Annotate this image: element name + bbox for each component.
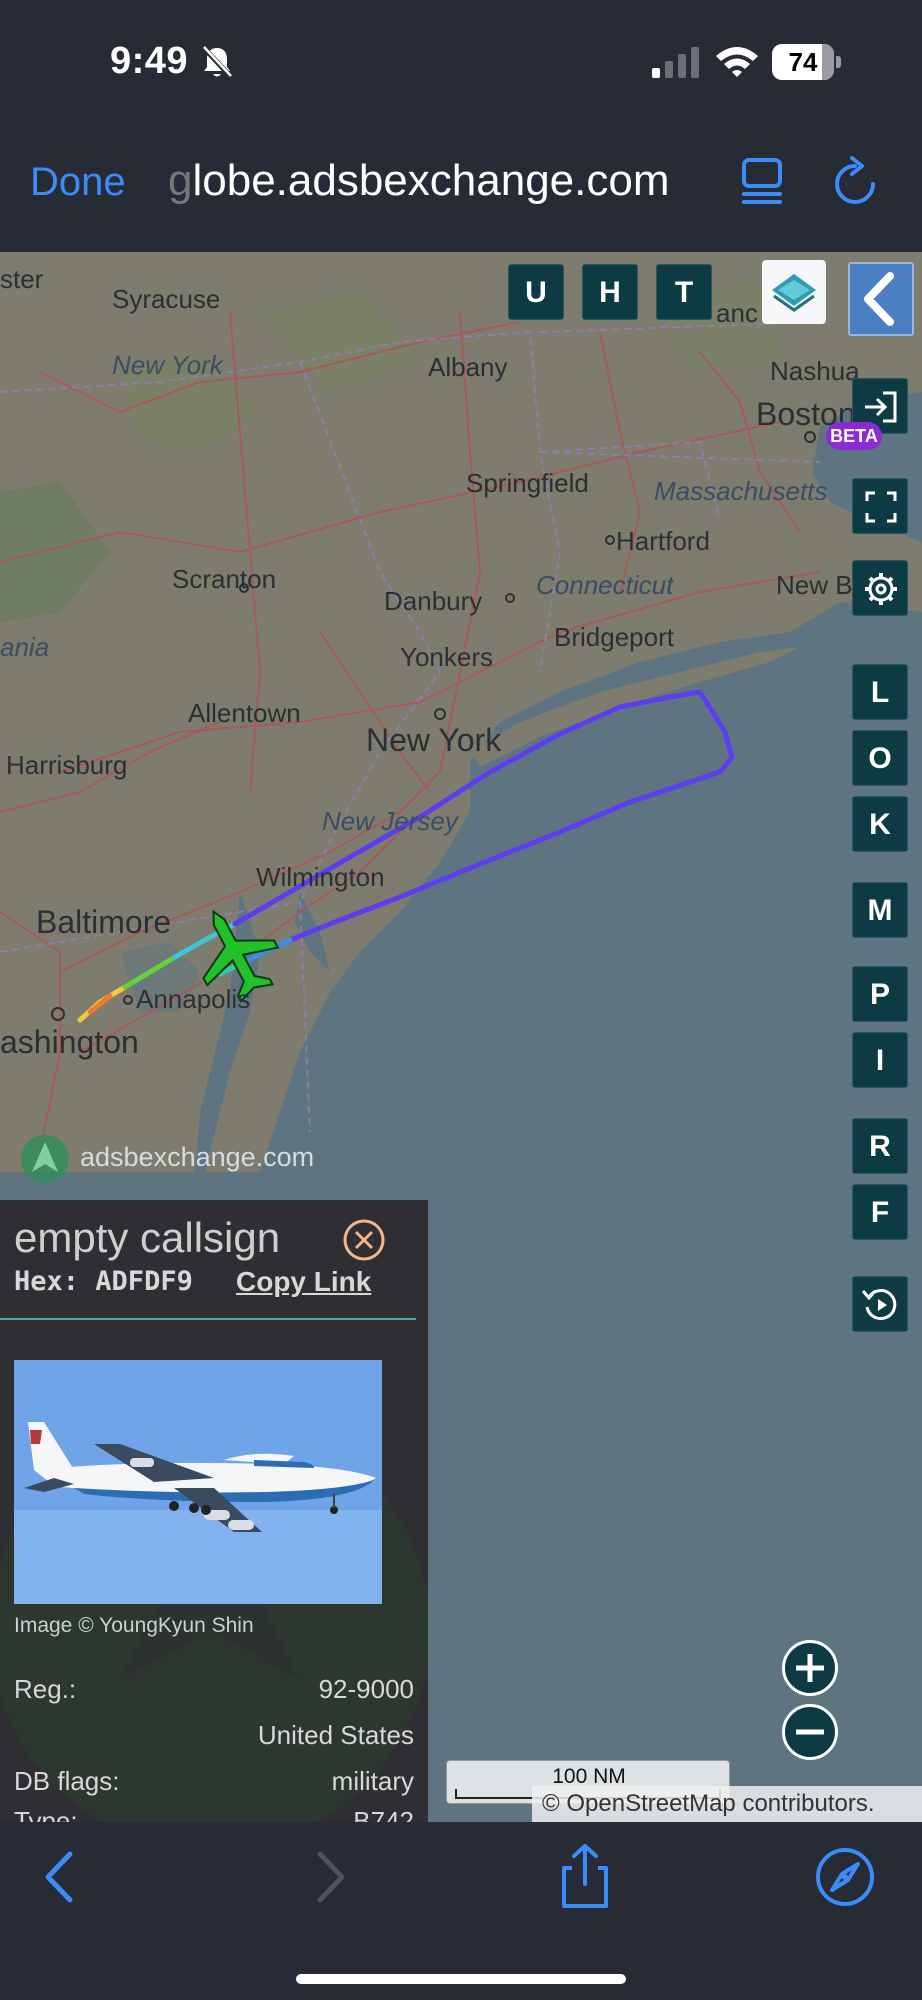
watermark-text: adsbexchange.com (80, 1142, 315, 1172)
map-toggle-h-button[interactable]: H (582, 264, 638, 320)
browser-bottom-toolbar (0, 1822, 922, 2000)
battery-indicator: 74 (772, 44, 842, 80)
compass-icon[interactable] (810, 1842, 880, 1912)
replay-icon (861, 1289, 897, 1321)
panel-divider (0, 1318, 416, 1320)
place-label: Wilmington (256, 862, 385, 892)
aircraft-info-panel: empty callsign Hex: ADFDF9 Copy Link Ima… (0, 1200, 428, 1822)
fullscreen-button[interactable] (852, 478, 908, 534)
map-toggle-u-button[interactable]: U (508, 264, 564, 320)
map-toggle-i-button[interactable]: I (852, 1032, 908, 1088)
info-row-label: DB flags: (14, 1766, 120, 1796)
info-row-value: military (331, 1766, 414, 1796)
share-icon[interactable] (550, 1842, 620, 1912)
wifi-icon (716, 47, 758, 77)
place-label: Harrisburg (6, 750, 128, 780)
place-label: Annapolis (136, 984, 251, 1014)
map-toggle-k-button[interactable]: K (852, 796, 908, 852)
place-label: Massachusetts (654, 476, 828, 506)
place-label: ster (0, 264, 44, 294)
place-label: New York (366, 722, 502, 758)
plus-icon (796, 1654, 824, 1682)
zoom-out-button[interactable] (782, 1704, 838, 1760)
collapse-panel-button[interactable] (848, 262, 914, 336)
replay-button[interactable] (852, 1276, 908, 1332)
place-label: Hartford (616, 526, 710, 556)
place-label: anc (716, 298, 758, 328)
hex-label: Hex: (14, 1266, 80, 1297)
place-label: Nashua (770, 356, 860, 386)
info-row-label: Reg.: (14, 1674, 77, 1704)
url-field[interactable]: globe.adsbexchange.com (168, 156, 728, 206)
aircraft-photo[interactable] (14, 1360, 382, 1604)
place-label: New Jersey (322, 806, 458, 836)
map-attribution[interactable]: © OpenStreetMap contributors. (532, 1786, 922, 1822)
watermark: adsbexchange.com (18, 1132, 338, 1188)
status-time: 9:49 (110, 40, 189, 82)
bell-slash-icon (201, 45, 233, 79)
place-label: Yonkers (400, 642, 493, 672)
info-row-value: 92-9000 (318, 1674, 414, 1704)
hex-line: Hex: ADFDF9 (14, 1266, 193, 1297)
map-toggle-p-button[interactable]: P (852, 966, 908, 1022)
layers-icon (772, 274, 816, 312)
place-label: Connecticut (536, 570, 674, 600)
back-arrow-icon[interactable] (26, 1842, 96, 1912)
place-label: Scranton (172, 564, 277, 594)
map-view[interactable]: ster Syracuse New York Albany anc Nashua… (0, 252, 922, 1822)
done-button[interactable]: Done (30, 160, 126, 205)
battery-level: 74 (788, 47, 818, 77)
home-indicator (296, 1974, 626, 1984)
place-label: Bridgeport (554, 622, 674, 652)
reload-icon[interactable] (830, 154, 880, 208)
settings-button[interactable] (852, 560, 908, 616)
adsbexchange-logo-icon (21, 1135, 69, 1183)
info-row-value: United States (257, 1720, 414, 1750)
image-credit[interactable]: Image © YoungKyun Shin (14, 1614, 254, 1638)
status-bar: 9:49 74 (0, 0, 922, 120)
minus-icon (796, 1729, 824, 1735)
place-label: Syracuse (112, 284, 221, 314)
fullscreen-icon (865, 491, 897, 523)
place-label: Albany (428, 352, 508, 382)
info-row-label: Type: (14, 1806, 78, 1822)
screen: 9:49 74 Done globe.adsbexchange.com ster… (0, 0, 922, 2000)
url-faded-text: g (168, 156, 193, 205)
map-toggle-t-button[interactable]: T (656, 264, 712, 320)
cellular-signal-icon (652, 47, 699, 78)
layers-button[interactable] (762, 260, 826, 324)
browser-toolbar: Done globe.adsbexchange.com (0, 120, 922, 252)
beta-badge: BETA (826, 422, 882, 450)
place-label: Danbury (384, 586, 483, 616)
gear-icon (865, 573, 897, 605)
url-text: lobe.adsbexchange.com (192, 156, 670, 205)
info-row-value: B742 (353, 1806, 414, 1822)
place-label: New York (112, 350, 223, 380)
place-label: Baltimore (36, 904, 172, 940)
zoom-in-button[interactable] (782, 1640, 838, 1696)
map-toggle-m-button[interactable]: M (852, 882, 908, 938)
map-toggle-r-button[interactable]: R (852, 1118, 908, 1174)
close-circle-icon[interactable] (342, 1218, 386, 1262)
hex-value: ADFDF9 (95, 1266, 193, 1297)
tabs-icon[interactable] (740, 156, 786, 206)
callsign: empty callsign (14, 1214, 281, 1261)
place-label: Springfield (466, 468, 589, 498)
place-label: Allentown (188, 698, 301, 728)
copy-link[interactable]: Copy Link (236, 1266, 371, 1298)
map-toggle-f-button[interactable]: F (852, 1184, 908, 1240)
place-label: ania (0, 632, 50, 662)
map-toggle-o-button[interactable]: O (852, 730, 908, 786)
chevron-left-icon (864, 272, 894, 326)
place-label: ashington (0, 1024, 139, 1060)
forward-arrow-icon[interactable] (294, 1842, 364, 1912)
map-toggle-l-button[interactable]: L (852, 664, 908, 720)
